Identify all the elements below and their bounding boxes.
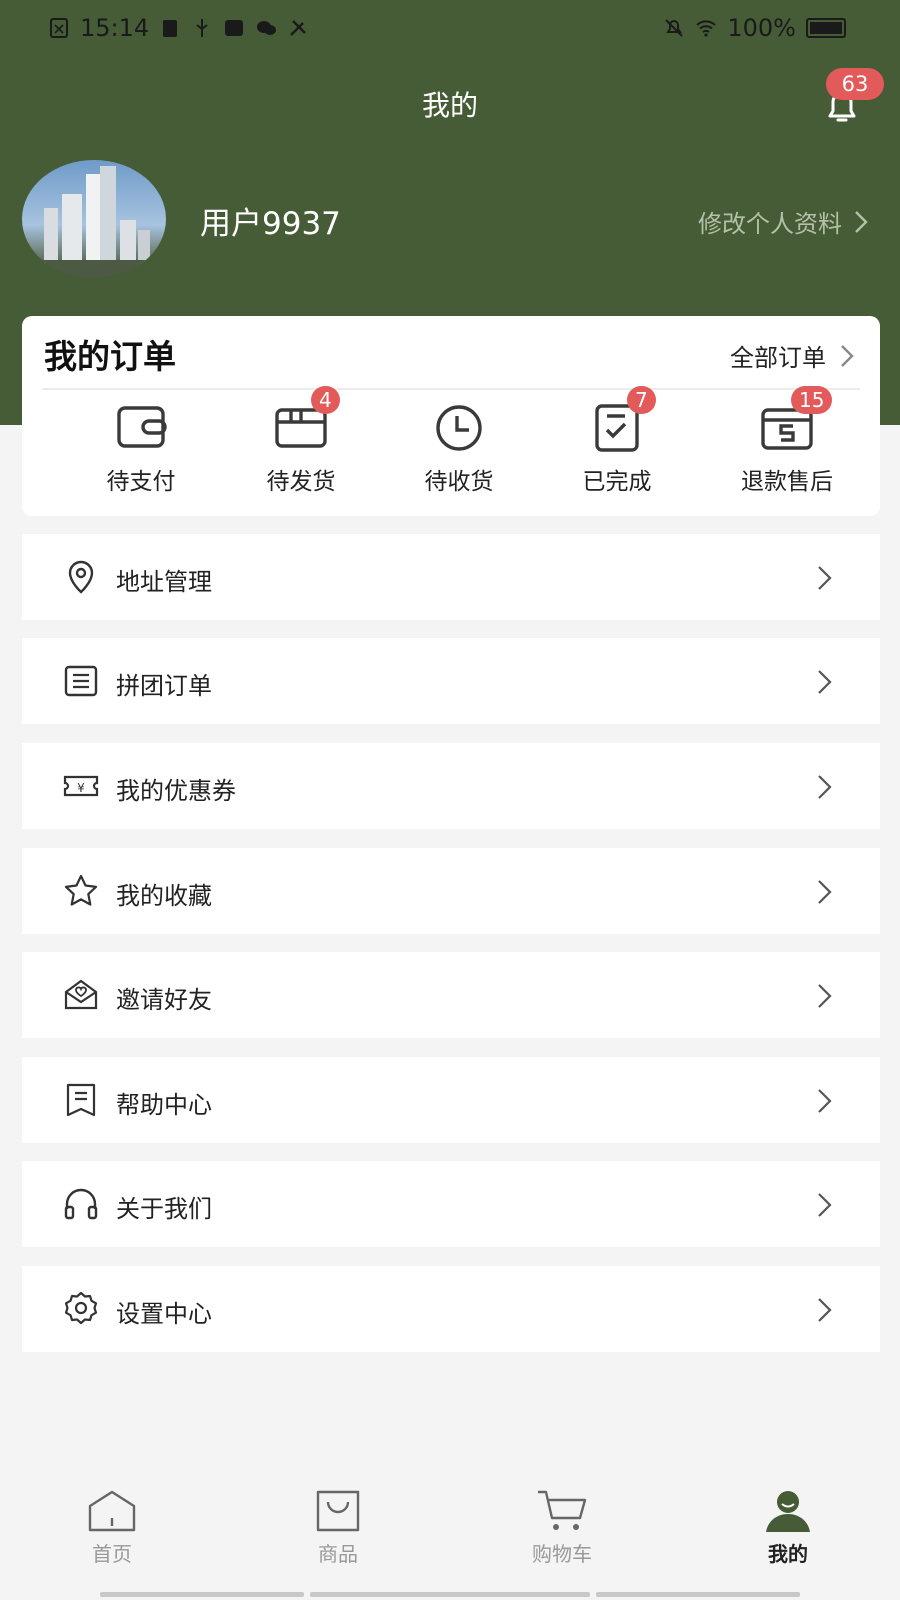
wifi-icon: [696, 20, 717, 37]
svg-text:¥: ¥: [77, 781, 85, 795]
order-item-label: 退款售后: [741, 469, 833, 495]
mute-icon: [665, 19, 684, 37]
menu-item-label: 帮助中心: [116, 1091, 212, 1119]
order-badge: 7: [627, 386, 656, 414]
clock-icon: [436, 405, 482, 451]
menu-item-label: 设置中心: [116, 1300, 212, 1328]
nav-label: 商品: [318, 1542, 358, 1566]
menu-item-about[interactable]: 关于我们: [22, 1161, 880, 1247]
edit-profile-link[interactable]: 修改个人资料: [698, 204, 868, 239]
chevron-right-icon: [818, 1193, 832, 1217]
nav-indicator: [596, 1592, 800, 1597]
gear-icon: [64, 1291, 98, 1325]
wallet-icon: [117, 406, 167, 448]
nav-products[interactable]: 商品: [278, 1488, 398, 1567]
chevron-right-icon: [818, 984, 832, 1008]
order-item-label: 已完成: [582, 469, 652, 495]
menu-item-label: 我的优惠券: [116, 777, 236, 805]
cart-icon: [538, 1490, 587, 1530]
bottom-nav: 首页 商品 购物车 我的: [0, 1488, 900, 1600]
order-refund[interactable]: 15 退款售后: [722, 386, 852, 496]
nav-label: 购物车: [532, 1542, 592, 1566]
order-completed[interactable]: 7 已完成: [552, 386, 682, 496]
order-pending-shipment[interactable]: 4 待发货: [236, 386, 366, 496]
tools-icon: [290, 20, 307, 36]
menu-item-address[interactable]: 地址管理: [22, 534, 880, 620]
order-badge: 15: [791, 386, 833, 414]
menu-item-label: 地址管理: [116, 568, 212, 596]
nav-mine[interactable]: 我的: [728, 1488, 848, 1567]
status-bar: 15:14 100%: [0, 0, 900, 58]
menu-item-coupons[interactable]: ¥ 我的优惠券: [22, 743, 880, 829]
status-time: 15:14: [80, 14, 150, 42]
menu-item-favorites[interactable]: 我的收藏: [22, 848, 880, 934]
app-icon: [225, 20, 244, 36]
nav-indicator: [100, 1592, 304, 1597]
star-icon: [64, 874, 98, 906]
edit-profile-label: 修改个人资料: [698, 210, 842, 238]
coupon-icon: ¥: [63, 775, 99, 797]
chevron-right-icon: [841, 344, 854, 367]
menu-item-group-orders[interactable]: 拼团订单: [22, 638, 880, 724]
invite-icon: [64, 979, 98, 1010]
user-icon: [766, 1491, 810, 1532]
all-orders-label: 全部订单: [730, 344, 826, 372]
sim-icon: [50, 18, 68, 38]
notification-badge: 63: [826, 68, 884, 100]
battery-icon: [806, 18, 846, 38]
battery-percent: 100%: [727, 14, 796, 42]
clipboard-icon: [163, 20, 178, 37]
chevron-right-icon: [855, 210, 868, 233]
nav-label: 首页: [92, 1542, 132, 1566]
order-status-row: 待支付 4 待发货 待收货 7 已完成 15 退款售后: [22, 386, 880, 510]
order-item-label: 待发货: [266, 469, 336, 495]
nav-indicator: [310, 1592, 590, 1597]
username: 用户9937: [200, 206, 341, 242]
order-pending-receipt[interactable]: 待收货: [394, 400, 524, 496]
home-icon: [88, 1490, 136, 1532]
menu-item-label: 拼团订单: [116, 672, 212, 700]
chevron-right-icon: [818, 670, 832, 694]
help-icon: [66, 1083, 96, 1117]
order-item-label: 待支付: [106, 469, 176, 495]
nav-home[interactable]: 首页: [52, 1488, 172, 1567]
divider: [42, 388, 860, 390]
page-title: 我的: [421, 89, 478, 122]
wechat-icon: [257, 21, 277, 35]
chevron-right-icon: [818, 566, 832, 590]
bag-icon: [316, 1490, 360, 1532]
nav-cart[interactable]: 购物车: [502, 1488, 622, 1567]
menu-item-invite[interactable]: 邀请好友: [22, 952, 880, 1038]
chevron-right-icon: [818, 880, 832, 904]
order-pending-payment[interactable]: 待支付: [76, 400, 206, 496]
order-item-label: 待收货: [424, 469, 494, 495]
menu-item-help[interactable]: 帮助中心: [22, 1057, 880, 1143]
avatar[interactable]: [22, 160, 166, 278]
chevron-right-icon: [818, 775, 832, 799]
menu-item-label: 我的收藏: [116, 882, 212, 910]
menu-item-settings[interactable]: 设置中心: [22, 1266, 880, 1352]
nav-label: 我的: [768, 1542, 808, 1566]
headset-icon: [64, 1188, 98, 1220]
chevron-right-icon: [818, 1298, 832, 1322]
menu-item-label: 邀请好友: [116, 986, 212, 1014]
list-icon: [64, 665, 98, 697]
chevron-right-icon: [818, 1089, 832, 1113]
orders-title: 我的订单: [44, 337, 176, 376]
orders-card: 我的订单 全部订单 待支付 4 待发货 待收货 7 已完成 15 退款售后: [22, 316, 880, 516]
usb-icon: [196, 19, 208, 37]
location-icon: [68, 560, 94, 594]
all-orders-link[interactable]: 全部订单: [730, 338, 854, 373]
menu-item-label: 关于我们: [116, 1195, 212, 1223]
order-badge: 4: [311, 386, 340, 414]
avatar-image: [22, 166, 166, 278]
